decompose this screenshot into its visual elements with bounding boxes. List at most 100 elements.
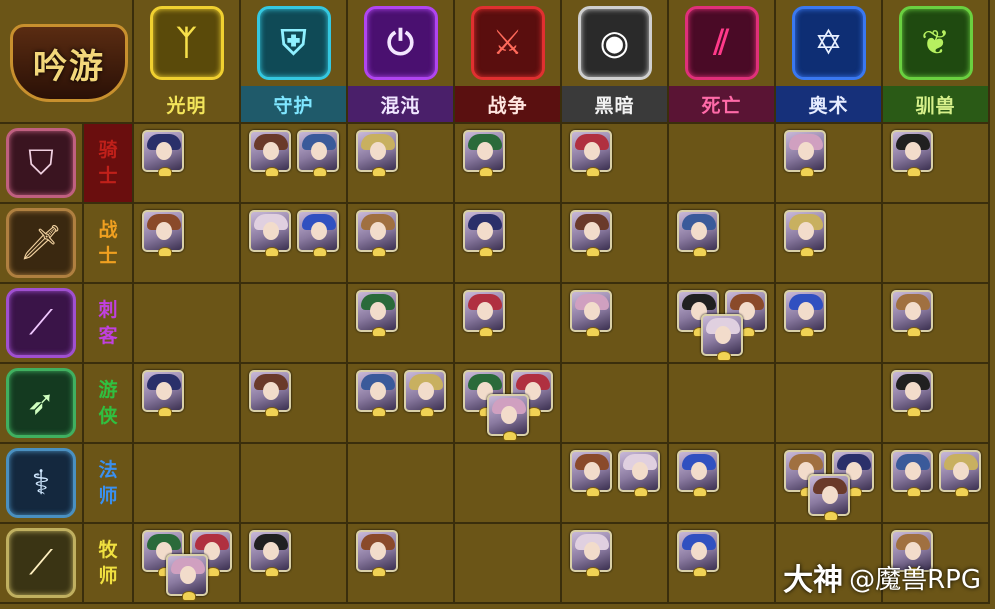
hero-avatar[interactable]: [142, 210, 184, 257]
hero-avatar[interactable]: [939, 450, 981, 497]
light-rune-icon: ᛉ: [149, 6, 224, 80]
hero-avatar[interactable]: [487, 394, 529, 441]
row-label-top: 牧: [98, 539, 118, 561]
hero-avatar[interactable]: [891, 130, 933, 177]
hero-avatar[interactable]: [249, 210, 291, 257]
watermark-main: 大神: [783, 563, 844, 598]
grid-cell: [776, 204, 883, 284]
knight-crest-icon: ⛉: [6, 128, 76, 198]
hero-avatar[interactable]: [784, 130, 826, 177]
hero-avatar[interactable]: [891, 290, 933, 337]
column-icon-frame: ⚔: [455, 0, 560, 86]
hero-avatar[interactable]: [356, 530, 398, 577]
column-label: 死亡: [669, 86, 774, 122]
power-icon: ⏻: [363, 6, 438, 80]
grid-cell: [883, 124, 990, 204]
hero-avatar[interactable]: [677, 210, 719, 257]
grid-cell: [134, 364, 241, 444]
hero-avatar[interactable]: [677, 530, 719, 577]
column-header: ❦ 驯兽: [883, 0, 990, 124]
hero-avatar[interactable]: [356, 130, 398, 177]
staff-icon: ⚕: [6, 448, 76, 518]
hero-avatar[interactable]: [463, 130, 505, 177]
hero-avatar[interactable]: [142, 130, 184, 177]
hero-avatar[interactable]: [404, 370, 446, 417]
hero-avatar[interactable]: [677, 450, 719, 497]
grid-cell: [241, 444, 348, 524]
row-label-bottom: 师: [98, 565, 118, 587]
grid-cell: [134, 444, 241, 524]
column-header: ⫽ 死亡: [669, 0, 776, 124]
grid-cell: [883, 444, 990, 524]
row-label-top: 骑: [98, 139, 118, 161]
hero-avatar[interactable]: [570, 290, 612, 337]
grid-cell: [455, 124, 562, 204]
grid-cell: [348, 364, 455, 444]
hero-avatar[interactable]: [356, 210, 398, 257]
grid-cell: [669, 444, 776, 524]
grid-cell: [562, 524, 669, 604]
hero-avatar[interactable]: [463, 210, 505, 257]
column-header: ᛉ 光明: [134, 0, 241, 124]
hero-avatar[interactable]: [701, 314, 743, 361]
row-icon-cell: ⟋: [0, 524, 84, 604]
row-label: 骑士: [84, 124, 134, 204]
column-icon-frame: ✡: [776, 0, 881, 86]
row-label: 牧师: [84, 524, 134, 604]
hero-avatar[interactable]: [356, 290, 398, 337]
paw-icon: ❦: [898, 6, 973, 80]
column-label: 守护: [241, 86, 346, 122]
hero-avatar[interactable]: [249, 370, 291, 417]
hero-avatar[interactable]: [463, 290, 505, 337]
hero-avatar[interactable]: [297, 210, 339, 257]
grid-cell: [348, 284, 455, 364]
grid-cell: [669, 524, 776, 604]
column-label: 奥术: [776, 86, 881, 122]
hero-avatar[interactable]: [784, 290, 826, 337]
crossed-swords-icon: ⚔: [470, 6, 545, 80]
grid-cell: [455, 444, 562, 524]
watermark: 大神 @魔兽RPG: [783, 555, 981, 599]
hero-avatar[interactable]: [142, 370, 184, 417]
row-icon-cell: ⛉: [0, 124, 84, 204]
row-icon-cell: ⚕: [0, 444, 84, 524]
hero-avatar[interactable]: [570, 530, 612, 577]
hero-avatar[interactable]: [297, 130, 339, 177]
hero-avatar[interactable]: [356, 370, 398, 417]
hero-avatar[interactable]: [570, 450, 612, 497]
row-label-bottom: 师: [98, 485, 118, 507]
hero-avatar[interactable]: [249, 530, 291, 577]
grid-cell: [776, 364, 883, 444]
claw-marks-icon: ⫽: [684, 6, 759, 80]
grid-cell: [241, 204, 348, 284]
hero-avatar[interactable]: [618, 450, 660, 497]
grid-cell: [562, 444, 669, 524]
grid-cell: [348, 444, 455, 524]
grid-cell: [134, 124, 241, 204]
hero-avatar[interactable]: [808, 474, 850, 521]
column-header: ✡ 奥术: [776, 0, 883, 124]
grid-cell: [455, 204, 562, 284]
grid-cell: [134, 284, 241, 364]
column-icon-frame: ◉: [562, 0, 667, 86]
grid-cell: [348, 204, 455, 284]
row-icon-cell: 🗡: [0, 204, 84, 284]
grid-cell: [348, 124, 455, 204]
grid-cell: [455, 524, 562, 604]
grid-cell: [241, 364, 348, 444]
grid-cell: [562, 204, 669, 284]
grid-cell: [562, 124, 669, 204]
row-label-bottom: 客: [98, 325, 118, 347]
grid-cell: [455, 284, 562, 364]
grid-cell: [134, 204, 241, 284]
grid-cell: [455, 364, 562, 444]
hero-avatar[interactable]: [784, 210, 826, 257]
hero-avatar[interactable]: [570, 130, 612, 177]
grid-cell: [669, 204, 776, 284]
row-label-bottom: 士: [98, 165, 118, 187]
hero-avatar[interactable]: [249, 130, 291, 177]
hero-avatar[interactable]: [891, 450, 933, 497]
hero-avatar[interactable]: [570, 210, 612, 257]
hero-avatar[interactable]: [166, 554, 208, 601]
hero-avatar[interactable]: [891, 370, 933, 417]
